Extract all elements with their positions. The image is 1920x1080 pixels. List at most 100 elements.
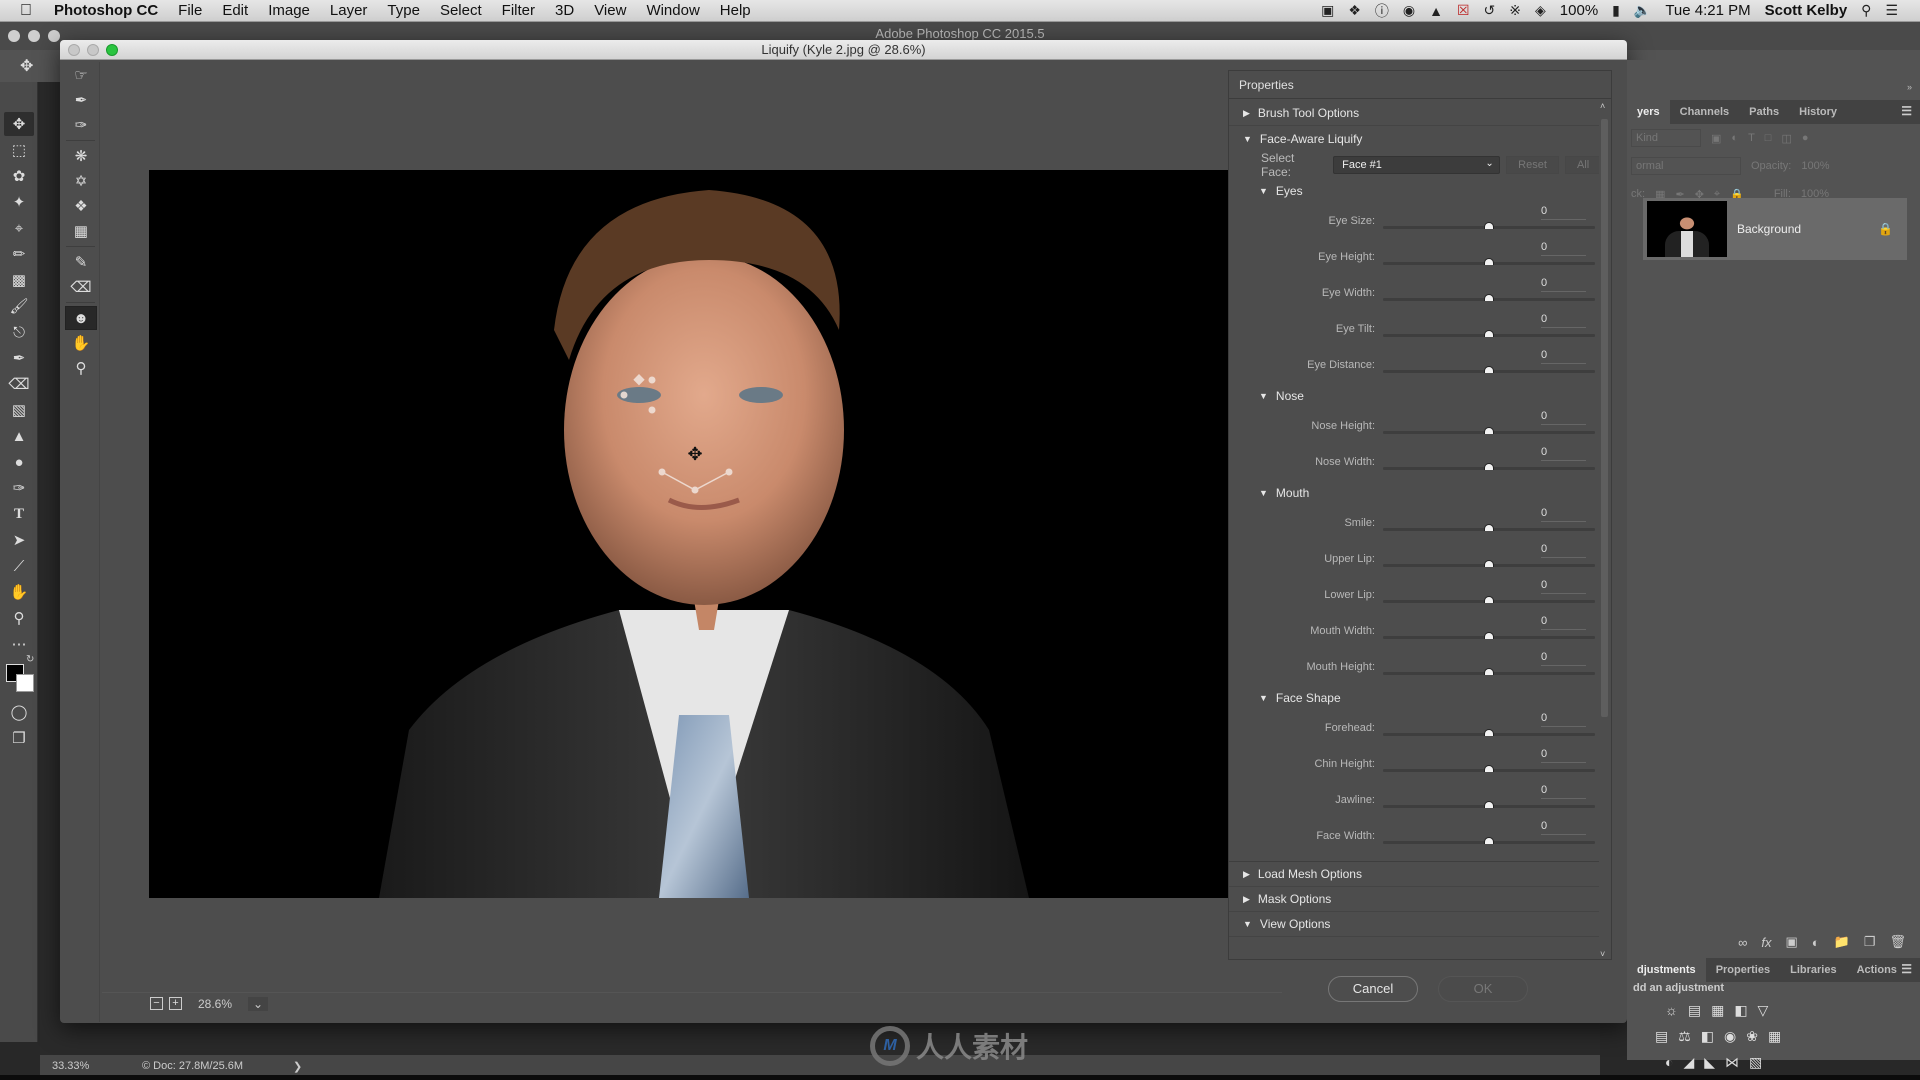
dialog-zoom-button[interactable] (106, 44, 118, 56)
reset-button[interactable]: Reset (1505, 155, 1560, 174)
time-machine-icon[interactable]: ↺ (1484, 2, 1496, 19)
ok-button[interactable]: OK (1438, 976, 1528, 1002)
slider-value-input[interactable]: 0 (1541, 241, 1586, 256)
slider-knob[interactable] (1484, 560, 1494, 567)
background-color-swatch[interactable] (16, 674, 34, 692)
gradient-map-icon[interactable]: ▧ (1749, 1054, 1762, 1071)
slider-knob[interactable] (1484, 427, 1494, 434)
pucker-tool-icon[interactable]: ✡ (65, 169, 97, 193)
freeze-mask-tool-icon[interactable]: ✎ (65, 250, 97, 274)
brush-tool-icon[interactable]: 🖌 (4, 294, 34, 318)
link-layers-icon[interactable]: ∞ (1738, 935, 1747, 950)
panel-menu-icon[interactable]: ☰ (1901, 962, 1912, 976)
group-face-shape[interactable]: ▼ Face Shape (1229, 685, 1601, 710)
menu-help[interactable]: Help (720, 2, 751, 19)
slider-knob[interactable] (1484, 330, 1494, 337)
menu-window[interactable]: Window (646, 2, 699, 19)
gradient-tool-icon[interactable]: ▧ (4, 398, 34, 422)
black-white-icon[interactable]: ◧ (1701, 1028, 1714, 1045)
panel-menu-icon[interactable]: ☰ (1901, 104, 1912, 118)
all-button[interactable]: All (1565, 155, 1601, 174)
zoom-in-button[interactable]: + (169, 997, 182, 1010)
liquify-canvas[interactable]: ✥ (102, 62, 1282, 992)
section-load-mesh-options[interactable]: ▶ Load Mesh Options (1229, 862, 1601, 887)
path-selection-tool-icon[interactable]: ➤ (4, 528, 34, 552)
slider-knob[interactable] (1484, 729, 1494, 736)
thaw-mask-tool-icon[interactable]: ⌫ (65, 275, 97, 299)
screen-mode-icon[interactable]: ❐ (4, 726, 34, 750)
bloat-tool-icon[interactable]: ❖ (65, 194, 97, 218)
slider-value-input[interactable]: 0 (1541, 313, 1586, 328)
portrait-image[interactable]: ✥ (149, 170, 1243, 898)
invert-icon[interactable]: ◐ (1665, 1054, 1673, 1071)
slider-value-input[interactable]: 0 (1541, 820, 1586, 835)
slider-knob[interactable] (1484, 524, 1494, 531)
zoom-tool-icon[interactable]: ⚲ (65, 356, 97, 380)
slider-value-input[interactable]: 0 (1541, 712, 1586, 727)
dialog-minimize-button[interactable] (87, 44, 99, 56)
zoom-tool-icon[interactable]: ⚲ (4, 606, 34, 630)
clone-stamp-tool-icon[interactable]: ⎋ (4, 320, 34, 344)
history-brush-tool-icon[interactable]: ✒ (4, 346, 34, 370)
channel-mixer-icon[interactable]: ❀ (1746, 1028, 1758, 1045)
filter-pixel-icon[interactable]: ▣ (1711, 132, 1721, 145)
hand-tool-icon[interactable]: ✋ (65, 331, 97, 355)
slider-value-input[interactable]: 0 (1541, 507, 1586, 522)
menu-file[interactable]: File (178, 2, 202, 19)
tab-adjustments[interactable]: djustments (1627, 958, 1706, 982)
slider-value-input[interactable]: 0 (1541, 651, 1586, 666)
move-tool-icon[interactable]: ✥ (4, 112, 34, 136)
filter-adjustment-icon[interactable]: ◐ (1731, 132, 1738, 144)
tab-layers[interactable]: yers (1627, 100, 1670, 124)
volume-icon[interactable]: 🔈 (1634, 2, 1651, 19)
layer-name[interactable]: Background (1737, 222, 1801, 236)
collapse-icon[interactable]: » (1907, 82, 1912, 92)
tab-paths[interactable]: Paths (1739, 100, 1789, 124)
tab-actions[interactable]: Actions (1847, 958, 1907, 982)
smooth-tool-icon[interactable]: ✑ (65, 113, 97, 137)
filter-type-icon[interactable]: T (1748, 132, 1755, 144)
lock-icon[interactable]: 🔒 (1878, 222, 1893, 236)
line-tool-icon[interactable]: ⟋ (4, 554, 34, 578)
selective-color-icon[interactable]: ⋈ (1725, 1054, 1739, 1071)
pen-tool-icon[interactable]: ✑ (4, 476, 34, 500)
magic-wand-tool-icon[interactable]: ✦ (4, 190, 34, 214)
twirl-clockwise-tool-icon[interactable]: ❋ (65, 144, 97, 168)
blur-tool-icon[interactable]: ▲ (4, 424, 34, 448)
threshold-icon[interactable]: ◣ (1704, 1054, 1715, 1071)
slider-value-input[interactable]: 0 (1541, 205, 1586, 220)
posterize-icon[interactable]: ◢ (1683, 1054, 1694, 1071)
battery-icon[interactable]: ▮ (1612, 2, 1620, 19)
scroll-down-icon[interactable]: ˅ (1600, 949, 1605, 959)
1password-icon[interactable]: ⓘ (1375, 1, 1389, 21)
slider-value-input[interactable]: 0 (1541, 277, 1586, 292)
video-camera-icon[interactable]: ▣ (1321, 2, 1334, 19)
opacity-value[interactable]: 100% (1801, 160, 1829, 172)
airplay-icon[interactable]: ▲ (1429, 3, 1443, 19)
spotlight-search-icon[interactable]: ⚲ (1861, 2, 1871, 19)
status-zoom[interactable]: 33.33% (52, 1060, 132, 1072)
zoom-dropdown-icon[interactable]: ⌄ (248, 996, 269, 1011)
section-face-aware-liquify[interactable]: ▼ Face-Aware Liquify (1229, 126, 1601, 151)
menu-layer[interactable]: Layer (330, 2, 368, 19)
clock[interactable]: Tue 4:21 PM (1665, 2, 1750, 19)
slider-value-input[interactable]: 0 (1541, 446, 1586, 461)
slider-knob[interactable] (1484, 668, 1494, 675)
slider-value-input[interactable]: 0 (1541, 748, 1586, 763)
select-face-dropdown[interactable]: Face #1 ⌄ (1333, 155, 1500, 174)
tab-libraries[interactable]: Libraries (1780, 958, 1846, 982)
eyedropper-tool-icon[interactable]: ✏ (4, 242, 34, 266)
status-menu-arrow[interactable]: ❯ (293, 1060, 302, 1073)
filter-kind[interactable]: Kind (1631, 129, 1701, 147)
type-tool-icon[interactable]: T (4, 502, 34, 526)
new-adjustment-layer-icon[interactable]: ◐ (1812, 935, 1820, 950)
fx-icon[interactable]: fx (1761, 935, 1771, 950)
dialog-close-button[interactable] (68, 44, 80, 56)
new-group-icon[interactable]: 📁 (1834, 934, 1850, 950)
slider-knob[interactable] (1484, 294, 1494, 301)
face-tool-icon[interactable]: ☻ (65, 306, 97, 330)
levels-icon[interactable]: ▤ (1688, 1002, 1701, 1019)
tab-properties[interactable]: Properties (1706, 958, 1780, 982)
scrollbar-thumb[interactable] (1601, 119, 1608, 717)
push-left-tool-icon[interactable]: ▦ (65, 219, 97, 243)
